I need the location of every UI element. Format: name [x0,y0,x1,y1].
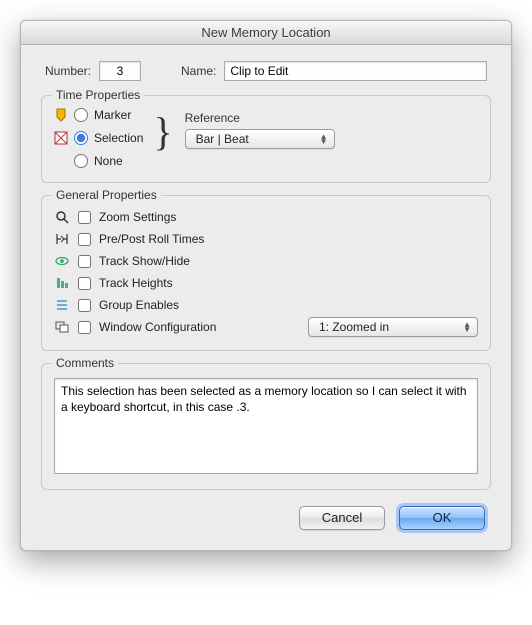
general-properties-group: General Properties Zoom Settings Pre/Pos… [41,195,491,351]
time-properties-group: Time Properties Marker [41,95,491,183]
name-label: Name: [181,64,216,78]
name-input[interactable] [224,61,487,81]
dialog-window: New Memory Location Number: Name: Time P… [20,20,512,551]
windowconfig-select[interactable]: 1: Zoomed in ▲▼ [308,317,478,337]
comments-title: Comments [52,356,118,370]
marker-radio[interactable] [74,108,88,122]
windowconfig-label: Window Configuration [99,320,216,334]
updown-icon: ▲▼ [320,134,328,144]
none-icon [54,154,68,168]
none-radio[interactable] [74,154,88,168]
groupenables-label: Group Enables [99,298,179,312]
ok-button[interactable]: OK [399,506,485,530]
marker-radio-label: Marker [94,108,131,122]
trackheights-checkbox[interactable] [78,277,91,290]
trackheights-label: Track Heights [99,276,173,290]
selection-icon [54,131,68,145]
marker-icon [54,108,68,122]
updown-icon: ▲▼ [463,322,471,332]
header-row: Number: Name: [41,61,491,81]
groupenables-icon [54,297,70,313]
general-properties-title: General Properties [52,188,161,202]
window-title: New Memory Location [21,21,511,45]
zoom-icon [54,209,70,225]
windowconfig-select-value: 1: Zoomed in [319,320,389,334]
reference-label: Reference [185,111,335,125]
windowconfig-icon [54,319,70,335]
zoom-label: Zoom Settings [99,210,176,224]
number-label: Number: [45,64,91,78]
preroll-checkbox[interactable] [78,233,91,246]
trackshow-checkbox[interactable] [78,255,91,268]
trackheights-icon [54,275,70,291]
comments-textarea[interactable] [54,378,478,474]
trackshow-label: Track Show/Hide [99,254,190,268]
comments-group: Comments [41,363,491,490]
reference-select-value: Bar | Beat [196,132,249,146]
selection-radio[interactable] [74,131,88,145]
zoom-checkbox[interactable] [78,211,91,224]
none-radio-label: None [94,154,123,168]
windowconfig-checkbox[interactable] [78,321,91,334]
preroll-label: Pre/Post Roll Times [99,232,204,246]
trackshow-icon [54,253,70,269]
cancel-button[interactable]: Cancel [299,506,385,530]
dialog-content: Number: Name: Time Properties Marker [21,45,511,550]
time-properties-title: Time Properties [52,88,144,102]
groupenables-checkbox[interactable] [78,299,91,312]
preroll-icon [54,231,70,247]
selection-radio-label: Selection [94,131,143,145]
brace-icon: } [153,112,172,152]
button-row: Cancel OK [41,502,491,532]
reference-select[interactable]: Bar | Beat ▲▼ [185,129,335,149]
number-input[interactable] [99,61,141,81]
